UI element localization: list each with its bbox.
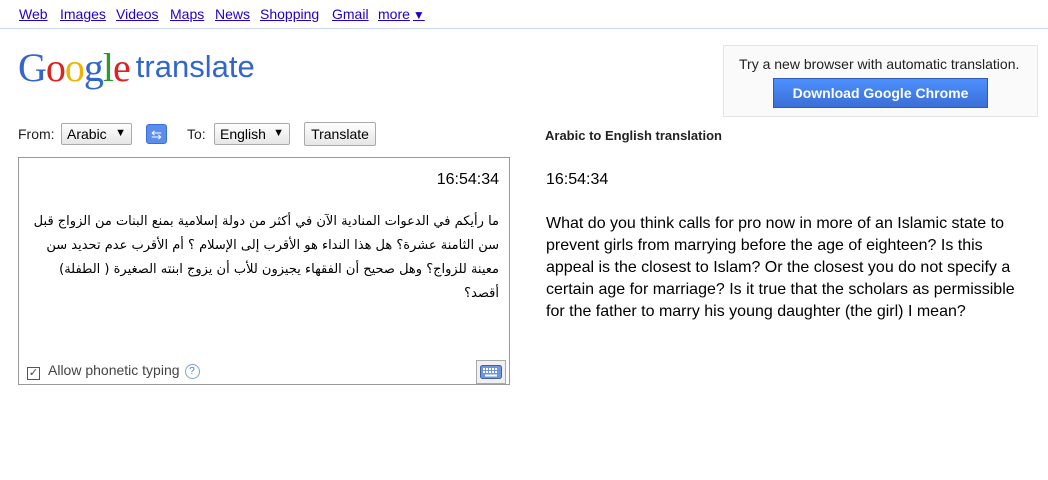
logo-letter: g <box>83 45 104 90</box>
swap-languages-icon[interactable]: ⇆ <box>146 124 167 144</box>
nav-web[interactable]: Web <box>19 6 48 22</box>
logo-letter: e <box>113 45 131 90</box>
nav-more[interactable]: more ▼ <box>378 6 425 22</box>
translation-result: What do you think calls for pro now in m… <box>546 215 1015 320</box>
to-language-select[interactable]: English ▼ <box>214 123 290 145</box>
from-language-value: Arabic <box>67 126 107 142</box>
google-translate-logo[interactable]: Google translate <box>18 44 255 90</box>
download-chrome-button[interactable]: Download Google Chrome <box>773 78 988 108</box>
translate-logo-word: translate <box>135 49 255 84</box>
result-title: Arabic to English translation <box>545 128 722 143</box>
logo-letter: o <box>64 45 85 90</box>
keyboard-icon[interactable] <box>476 360 506 384</box>
nav-shopping[interactable]: Shopping <box>260 6 319 22</box>
phonetic-typing-option: ✓ Allow phonetic typing? <box>27 362 200 380</box>
translate-button[interactable]: Translate <box>304 122 376 146</box>
logo-letter: G <box>18 45 47 90</box>
nav-maps[interactable]: Maps <box>170 6 204 22</box>
dropdown-arrow-icon: ▼ <box>273 127 284 139</box>
promo-text: Try a new browser with automatic transla… <box>739 56 1020 72</box>
phonetic-checkbox[interactable]: ✓ <box>27 367 40 380</box>
result-time: 16:54:34 <box>546 171 609 188</box>
nav-gmail[interactable]: Gmail <box>332 6 369 22</box>
from-label: From: <box>18 126 55 142</box>
google-logo-word: Google <box>18 45 131 90</box>
dropdown-arrow-icon: ▼ <box>115 127 126 139</box>
top-nav: Web Images Videos Maps News Shopping Gma… <box>0 0 1048 29</box>
keyboard-glyph <box>480 365 502 379</box>
to-label: To: <box>187 126 206 142</box>
nav-more-label: more <box>378 6 410 22</box>
nav-videos[interactable]: Videos <box>116 6 159 22</box>
nav-news[interactable]: News <box>215 6 250 22</box>
phonetic-label: Allow phonetic typing <box>48 362 180 378</box>
source-text[interactable]: 16:54:34 ما رأيكم في الدعوات المنادية ال… <box>31 168 499 348</box>
chrome-promo: Try a new browser with automatic transla… <box>723 45 1038 117</box>
logo-letter: o <box>45 45 66 90</box>
source-text-area[interactable]: 16:54:34 ما رأيكم في الدعوات المنادية ال… <box>18 157 510 385</box>
chevron-down-icon: ▼ <box>412 8 425 22</box>
from-language-select[interactable]: Arabic ▼ <box>61 123 132 145</box>
to-language-value: English <box>220 126 266 142</box>
source-time: 16:54:34 <box>436 171 499 188</box>
logo-letter: l <box>102 45 114 90</box>
help-icon[interactable]: ? <box>184 364 200 379</box>
nav-images[interactable]: Images <box>60 6 106 22</box>
source-arabic-text: ما رأيكم في الدعوات المنادية الآن في أكث… <box>33 214 499 301</box>
